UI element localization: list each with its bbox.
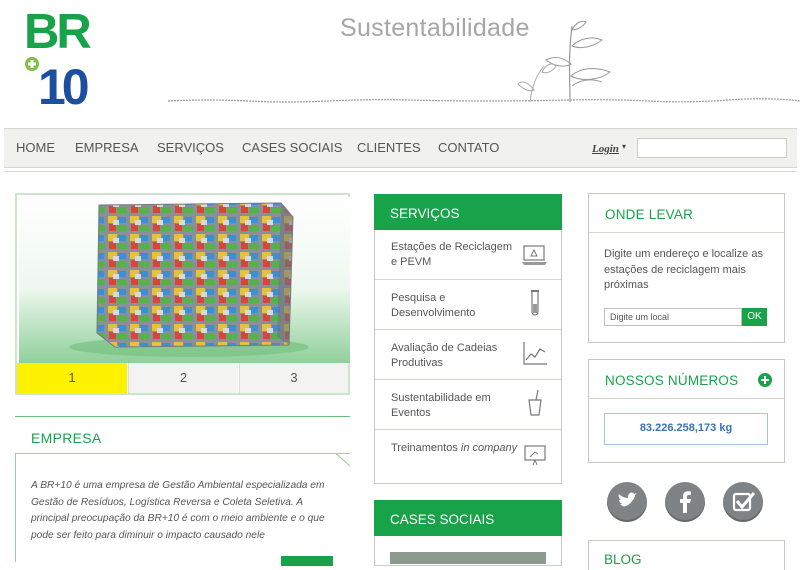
cases-heading: CASES SOCIAIS bbox=[390, 512, 495, 527]
presentation-board-icon bbox=[524, 445, 546, 466]
onde-levar-heading: ONDE LEVAR bbox=[605, 207, 694, 222]
services-heading: SERVIÇOS bbox=[390, 206, 460, 221]
slider-tab-2[interactable]: 2 bbox=[128, 363, 238, 393]
location-search-input[interactable] bbox=[604, 308, 742, 326]
empresa-heading: EMPRESA bbox=[31, 430, 102, 446]
empresa-divider bbox=[15, 416, 350, 417]
nav-cases-sociais[interactable]: CASES SOCIAIS bbox=[242, 140, 342, 155]
onde-levar-description: Digite um endereço e localize as estaçõe… bbox=[604, 248, 763, 291]
login-dropdown-icon[interactable]: ▾ bbox=[622, 142, 626, 151]
nav-home[interactable]: HOME bbox=[16, 140, 55, 155]
case-thumbnail[interactable] bbox=[390, 552, 546, 564]
nav-empresa[interactable]: EMPRESA bbox=[75, 140, 139, 155]
main-nav: HOME EMPRESA SERVIÇOS CASES SOCIAIS CLIE… bbox=[4, 128, 797, 172]
service-label: Treinamentos in company bbox=[391, 442, 518, 454]
line-chart-icon bbox=[523, 342, 547, 365]
nav-clientes[interactable]: CLIENTES bbox=[357, 140, 421, 155]
service-item-pesquisa[interactable]: Pesquisa e Desenvolvimento bbox=[375, 280, 561, 330]
empresa-read-more-button[interactable] bbox=[281, 556, 333, 566]
empresa-panel-top-edge bbox=[16, 453, 351, 467]
grass-line bbox=[168, 98, 800, 103]
slider-tab-1[interactable]: 1 bbox=[17, 363, 127, 393]
check-badge-icon[interactable] bbox=[723, 482, 763, 522]
plus-icon[interactable] bbox=[758, 373, 772, 387]
image-slider: 1 2 3 bbox=[15, 193, 350, 395]
header-search-input[interactable] bbox=[637, 138, 787, 158]
slider-tab-3[interactable]: 3 bbox=[239, 363, 348, 393]
slide-image-recycled-bale bbox=[19, 197, 350, 363]
facebook-icon[interactable] bbox=[665, 482, 705, 522]
test-tube-icon bbox=[531, 290, 539, 316]
blog-heading: BLOG bbox=[604, 552, 642, 567]
service-label: Sustentabilidade em Eventos bbox=[391, 392, 491, 419]
service-item-estacoes[interactable]: Estações de Reciclagem e PEVM bbox=[375, 230, 561, 280]
empresa-description: A BR+10 é uma empresa de Gestão Ambienta… bbox=[31, 480, 325, 541]
location-search-ok-button[interactable]: OK bbox=[742, 308, 767, 326]
logo-br-text: BR bbox=[24, 8, 91, 59]
logo-10-text: 10 bbox=[38, 59, 88, 106]
service-item-treinamentos[interactable]: Treinamentos in company bbox=[375, 430, 561, 480]
nossos-numeros-heading: NOSSOS NÚMEROS bbox=[605, 373, 739, 388]
service-item-avaliacao[interactable]: Avaliação de Cadeias Produtivas bbox=[375, 330, 561, 380]
service-label: Estações de Reciclagem e PEVM bbox=[391, 241, 513, 268]
twitter-icon[interactable] bbox=[607, 482, 647, 522]
tagline: Sustentabilidade bbox=[340, 14, 530, 42]
nav-contato[interactable]: CONTATO bbox=[438, 140, 499, 155]
service-label: Avaliação de Cadeias Produtivas bbox=[391, 342, 498, 369]
service-label: Pesquisa e Desenvolvimento bbox=[391, 292, 476, 319]
nossos-numeros-panel: NOSSOS NÚMEROS bbox=[588, 359, 785, 463]
recycling-station-icon bbox=[522, 245, 547, 265]
br10-logo[interactable]: BR 10 bbox=[24, 5, 128, 115]
login-link[interactable]: Login bbox=[592, 143, 619, 155]
cup-icon bbox=[528, 389, 542, 416]
services-list: Estações de Reciclagem e PEVM Pesquisa e… bbox=[374, 230, 562, 484]
recycled-weight-value: 83.226.258,173 kg bbox=[639, 422, 733, 434]
nav-servicos[interactable]: SERVIÇOS bbox=[157, 140, 224, 155]
plant-illustration-icon bbox=[517, 20, 612, 103]
service-item-eventos[interactable]: Sustentabilidade em Eventos bbox=[375, 380, 561, 430]
logo-graphic: BR 10 bbox=[24, 5, 116, 115]
